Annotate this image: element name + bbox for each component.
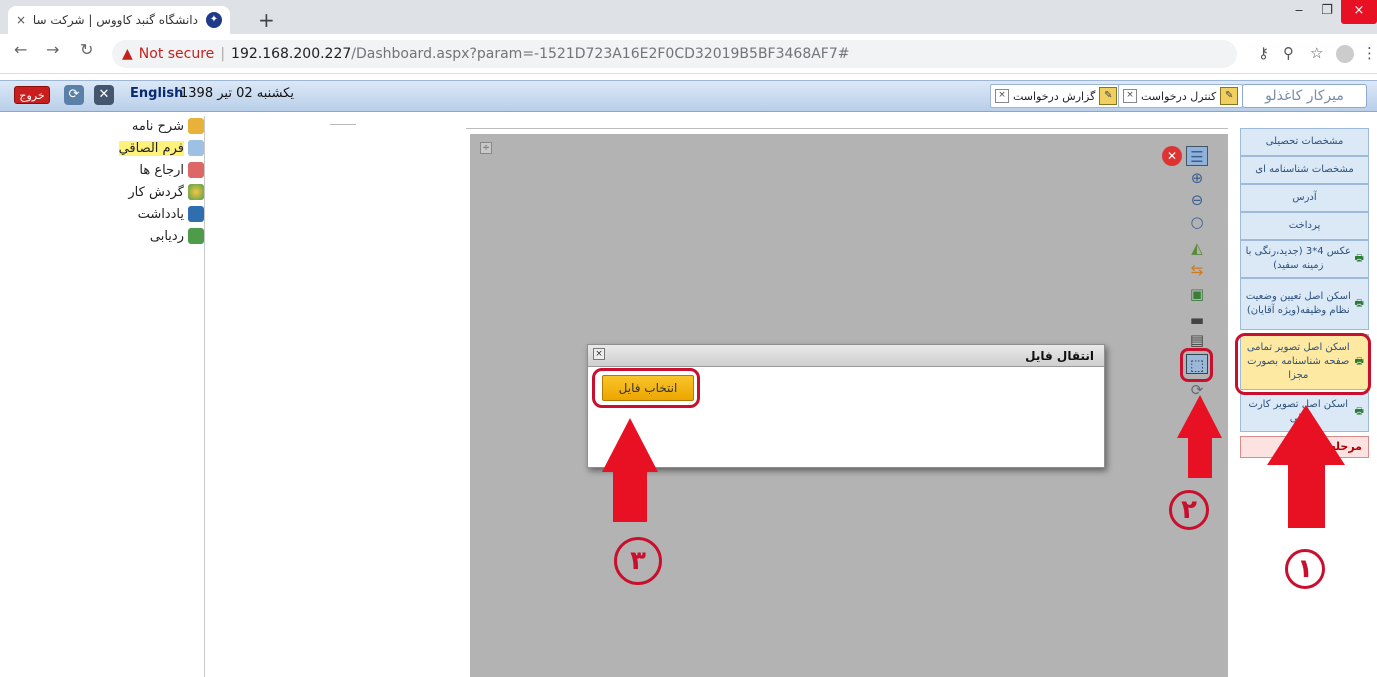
arrow-up-icon [1177,395,1222,478]
arrow-up-icon [1267,405,1345,528]
annotation-arrows [602,395,1345,528]
step-badge-2: ۲ [1169,490,1209,530]
step-badge-3: ۳ [614,537,662,585]
arrow-up-icon [602,418,658,522]
step-badge-1: ۱ [1285,549,1325,589]
